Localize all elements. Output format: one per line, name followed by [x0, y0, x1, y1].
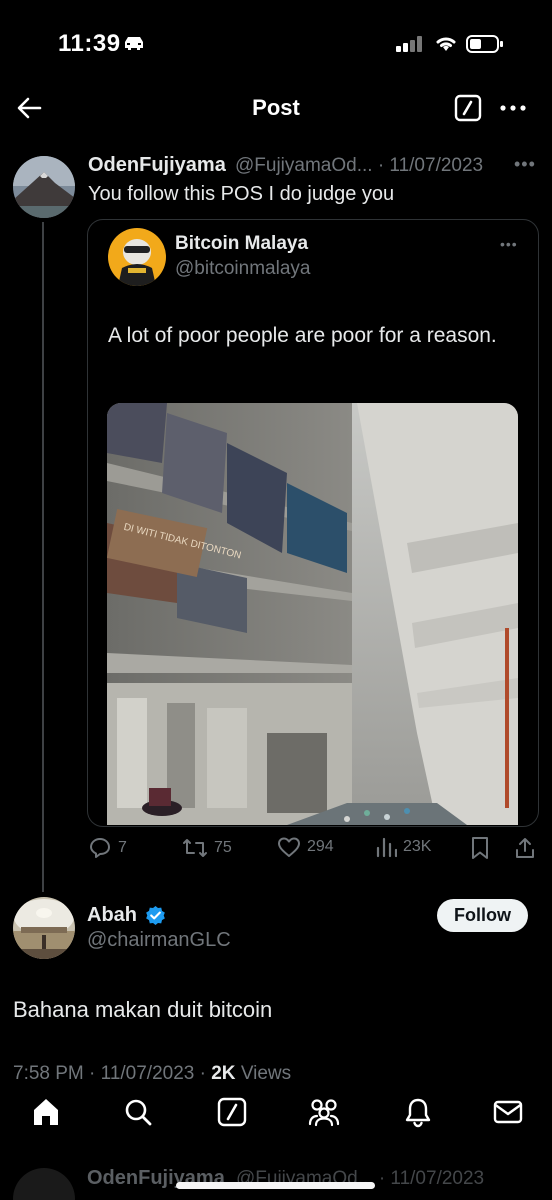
heart-icon [278, 837, 300, 857]
car-icon [125, 37, 143, 50]
quoted-avatar[interactable] [108, 228, 166, 286]
like-button[interactable]: 294 [277, 836, 334, 858]
post-time: 7:58 PM [13, 1063, 84, 1084]
nav-messages[interactable] [488, 1092, 528, 1132]
nav-home[interactable] [26, 1092, 66, 1132]
verified-badge-icon [146, 905, 165, 926]
avatar[interactable] [13, 156, 75, 218]
grok-icon [217, 1097, 247, 1127]
like-count: 294 [307, 838, 334, 855]
repost-button[interactable]: 75 [182, 836, 232, 860]
communities-icon [308, 1099, 340, 1127]
repost-icon [183, 839, 207, 857]
post-views-count: 2K [211, 1063, 236, 1084]
reply-author-name[interactable]: Abah [87, 904, 137, 927]
views-button[interactable]: 23K [375, 836, 431, 858]
thread-line [42, 222, 44, 892]
tweet-more-icon[interactable]: ••• [514, 154, 536, 175]
compose-icon[interactable] [454, 94, 482, 122]
bottom-nav [0, 1092, 552, 1142]
home-indicator[interactable] [176, 1182, 375, 1189]
nav-search[interactable] [118, 1092, 158, 1132]
bell-icon [405, 1098, 431, 1128]
views-count: 23K [403, 838, 432, 855]
cellular-signal-icon [396, 36, 422, 52]
status-time: 11:39 [58, 30, 121, 57]
quoted-author-handle[interactable]: @bitcoinmalaya [175, 258, 310, 280]
quoted-author-name[interactable]: Bitcoin Malaya [175, 233, 308, 255]
wifi-icon [436, 37, 456, 51]
next-tweet-avatar [13, 1168, 75, 1200]
nav-communities[interactable] [304, 1092, 344, 1132]
share-icon [516, 838, 534, 858]
post-meta: 7:58 PM · 11/07/2023 · 2K Views [13, 1063, 292, 1084]
share-button[interactable] [513, 836, 537, 860]
author-handle-date[interactable]: @FujiyamaOd... · 11/07/2023 [235, 155, 483, 177]
reply-avatar[interactable] [13, 897, 75, 959]
home-icon [34, 1099, 58, 1125]
post-date: 11/07/2023 [100, 1063, 195, 1084]
views-icon [376, 837, 397, 858]
author-name[interactable]: OdenFujiyama [88, 154, 226, 177]
quoted-tweet-photo[interactable]: DI WITI TIDAK DITONTON [107, 403, 518, 825]
nav-notifications[interactable] [398, 1092, 438, 1132]
more-options-icon[interactable] [498, 94, 528, 122]
reply-text: Bahana makan duit bitcoin [13, 997, 273, 1022]
nav-grok[interactable] [212, 1092, 252, 1132]
repost-count: 75 [214, 839, 232, 856]
quoted-more-icon[interactable]: ••• [500, 236, 518, 252]
search-icon [125, 1099, 152, 1126]
bookmark-button[interactable] [470, 836, 490, 860]
reply-author-handle[interactable]: @chairmanGLC [87, 929, 231, 952]
reply-button[interactable]: 7 [88, 836, 127, 860]
tweet-text: You follow this POS I do judge you [88, 183, 395, 205]
follow-button[interactable]: Follow [437, 899, 528, 932]
quoted-tweet-text: A lot of poor people are poor for a reas… [108, 324, 497, 347]
post-views-label: Views [240, 1063, 292, 1084]
bookmark-icon [472, 837, 488, 859]
mail-icon [493, 1100, 523, 1124]
battery-icon [466, 35, 503, 53]
reply-count: 7 [118, 839, 127, 856]
reply-icon [90, 838, 110, 858]
